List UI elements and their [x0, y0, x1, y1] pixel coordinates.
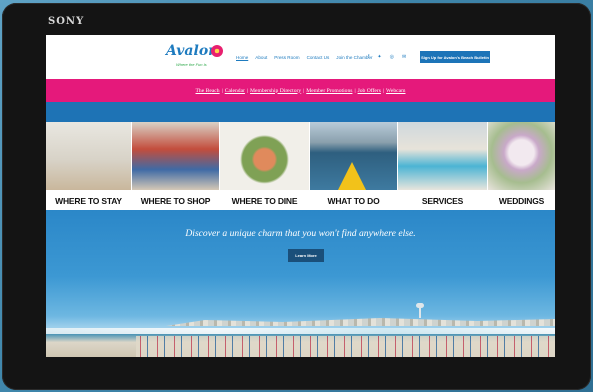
separator: | — [221, 87, 223, 94]
device-brand: SONY — [48, 16, 85, 27]
quick-links: The Beach | Calendar | Membership Directory |… — [196, 88, 406, 94]
tile-where-to-shop[interactable]: WHERE TO SHOP — [132, 122, 220, 210]
pool-photo — [398, 122, 487, 190]
tile-what-to-do[interactable]: WHAT TO DO — [310, 122, 398, 210]
water-tower-leg — [419, 308, 421, 318]
social-links: f ✦ ◎ ✉ — [368, 54, 406, 60]
nav-contact-us[interactable]: Contact Us — [307, 55, 330, 60]
tile-where-to-stay[interactable]: WHERE TO STAY — [46, 122, 132, 210]
beach-bulletin-signup-button[interactable]: Sign Up for Avalon's Beach Bulletin — [420, 51, 490, 63]
separator: | — [354, 87, 356, 94]
shoreline-town — [166, 318, 555, 326]
nav-press-room[interactable]: Press Room — [274, 55, 299, 60]
nav-home[interactable]: Home — [236, 55, 248, 60]
tile-services[interactable]: SERVICES — [398, 122, 488, 210]
tile-label: WHERE TO SHOP — [132, 192, 219, 210]
main-nav: Home About Press Room Contact Us Join th… — [236, 55, 373, 60]
browser-screen: Avalon Where the Fun Is Home About Press… — [46, 35, 555, 357]
tile-label: SERVICES — [398, 192, 487, 210]
quick-links-bar: The Beach | Calendar | Membership Directory |… — [46, 79, 555, 102]
quick-link-member-promotions[interactable]: Member Promotions — [306, 88, 352, 94]
tile-where-to-dine[interactable]: WHERE TO DINE — [220, 122, 310, 210]
surf-line — [46, 328, 555, 334]
tile-label: WHAT TO DO — [310, 192, 397, 210]
quick-link-webcam[interactable]: Webcam — [386, 88, 405, 94]
site-header: Avalon Where the Fun Is Home About Press… — [46, 35, 555, 79]
tile-label: WHERE TO DINE — [220, 192, 309, 210]
quick-link-job-offers[interactable]: Job Offers — [358, 88, 381, 94]
separator: | — [246, 87, 249, 94]
learn-more-button[interactable]: Learn More — [288, 249, 324, 262]
logo-tagline: Where the Fun Is — [176, 62, 207, 67]
facebook-icon[interactable]: f — [368, 54, 369, 60]
bouquet-photo — [488, 122, 555, 190]
category-tiles: WHERE TO STAY WHERE TO SHOP WHERE TO DIN… — [46, 122, 555, 210]
hero-headline: Discover a unique charm that you won't f… — [185, 228, 416, 239]
site-logo[interactable]: Avalon Where the Fun Is — [166, 43, 232, 73]
kayak-photo — [310, 122, 397, 190]
hero-banner: Discover a unique charm that you won't f… — [46, 210, 555, 357]
tablet-frame: SONY Avalon Where the Fun Is Home About … — [2, 3, 591, 390]
flower-icon — [211, 45, 223, 57]
email-icon[interactable]: ✉ — [402, 54, 406, 60]
quick-link-membership-directory[interactable]: Membership Directory — [250, 88, 301, 94]
tile-label: WEDDINGS — [488, 192, 555, 210]
beach-crowd — [136, 336, 555, 357]
quick-link-the-beach[interactable]: The Beach — [196, 88, 220, 94]
quick-link-calendar[interactable]: Calendar — [225, 88, 245, 94]
twitter-icon[interactable]: ✦ — [377, 54, 381, 60]
instagram-icon[interactable]: ◎ — [390, 54, 394, 60]
blue-divider-strip — [46, 102, 555, 122]
separator: | — [303, 87, 305, 94]
tile-weddings[interactable]: WEDDINGS — [488, 122, 555, 210]
bedroom-photo — [46, 122, 131, 190]
shop-photo — [132, 122, 219, 190]
separator: | — [382, 87, 385, 94]
kayak-shape — [338, 162, 366, 190]
nav-about[interactable]: About — [255, 55, 267, 60]
tile-label: WHERE TO STAY — [46, 192, 131, 210]
dinner-plate-photo — [220, 122, 309, 190]
